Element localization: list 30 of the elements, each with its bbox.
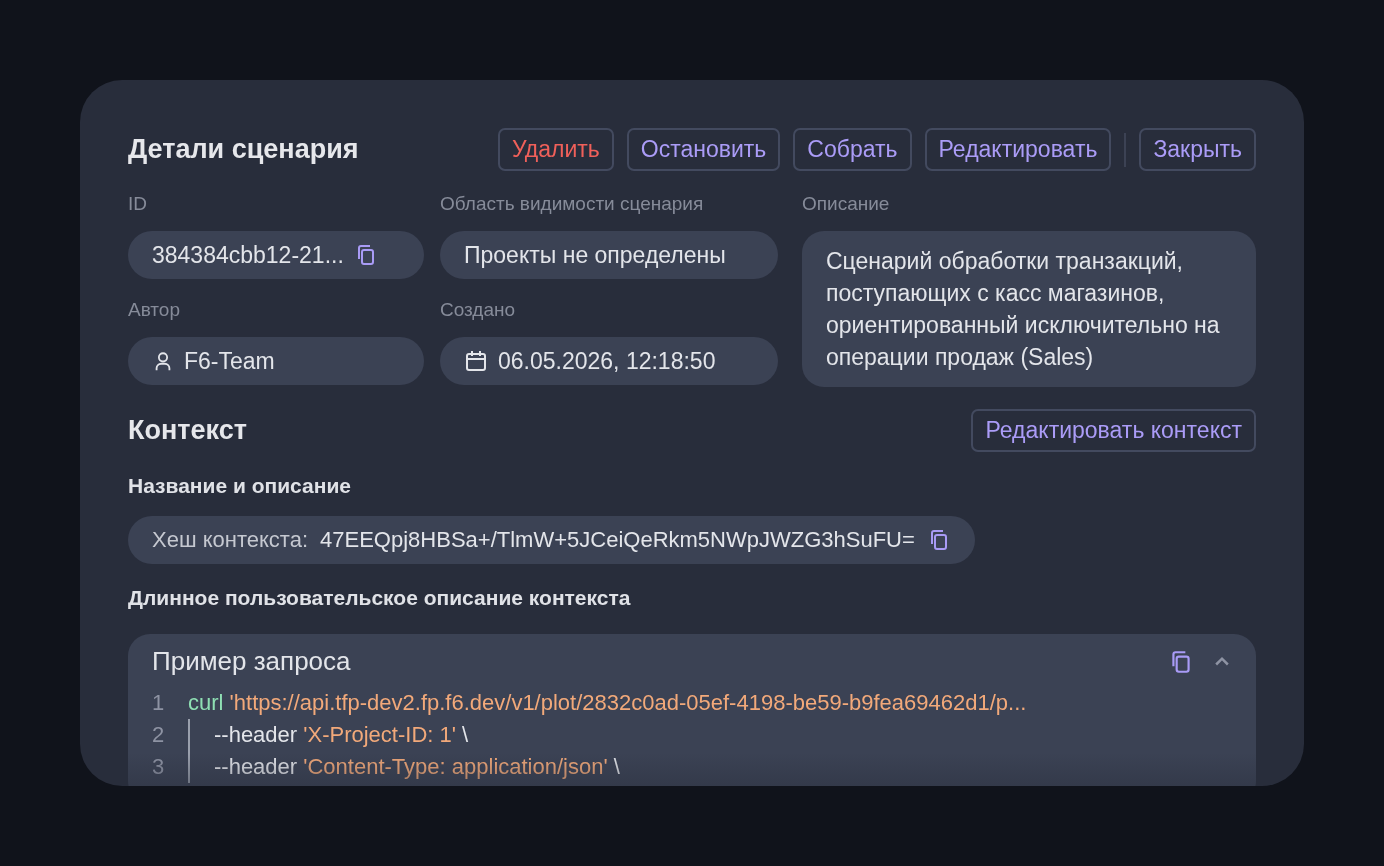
code-line: curl 'https://api.tfp-dev2.fp.f6.dev/v1/plot/2832c0ad-05ef-4198-be59-b9fea69462d1/p... xyxy=(188,690,1027,716)
action-button[interactable]: Редактировать xyxy=(924,128,1112,171)
line-number: 2 xyxy=(152,722,166,748)
field-label: Область видимости сценария xyxy=(440,193,705,215)
field-value: Проекты не определены xyxy=(464,241,726,269)
code-line: --header 'Content-Type: application/json' \ xyxy=(214,754,620,780)
field-label: Создано xyxy=(440,299,517,321)
subsection-title: Название и описание xyxy=(128,474,352,498)
code-line: --header 'X-Project-ID: 1' \ xyxy=(214,722,469,748)
edit-context-button[interactable]: Редактировать контекст xyxy=(971,409,1256,452)
field-label: Автор xyxy=(128,299,181,321)
code-title: Пример запроса xyxy=(152,646,351,677)
field-value: 06.05.2026, 12:18:50 xyxy=(498,347,716,375)
line-number: 1 xyxy=(152,690,166,716)
action-button[interactable]: Остановить xyxy=(626,128,781,171)
line-number: 3 xyxy=(152,754,166,780)
hash-label: Хеш контекста: xyxy=(152,527,309,553)
hash-value: 47EEQpj8HBSa+/TlmW+5JCeiQeRkm5NWpJWZG3hSuFU= xyxy=(320,527,915,553)
action-button[interactable]: Собрать xyxy=(793,128,912,171)
field-label: ID xyxy=(128,193,148,215)
field-label: Описание xyxy=(802,193,891,215)
field-value: 384384cbb12-21... xyxy=(152,241,344,269)
action-button[interactable]: Удалить xyxy=(498,128,614,171)
description-field: Сценарий обработки транзакций, поступающих с касс магазинов, ориентированный исключительно на операции продаж (Sales) xyxy=(802,231,1256,387)
section-title: Детали сценария xyxy=(128,134,359,165)
section-title: Контекст xyxy=(128,415,247,446)
action-button[interactable]: Закрыть xyxy=(1139,128,1256,171)
calendar-icon xyxy=(464,349,488,373)
field-value: F6-Team xyxy=(184,347,275,375)
subsection-title: Длинное пользовательское описание контекста xyxy=(128,586,632,610)
